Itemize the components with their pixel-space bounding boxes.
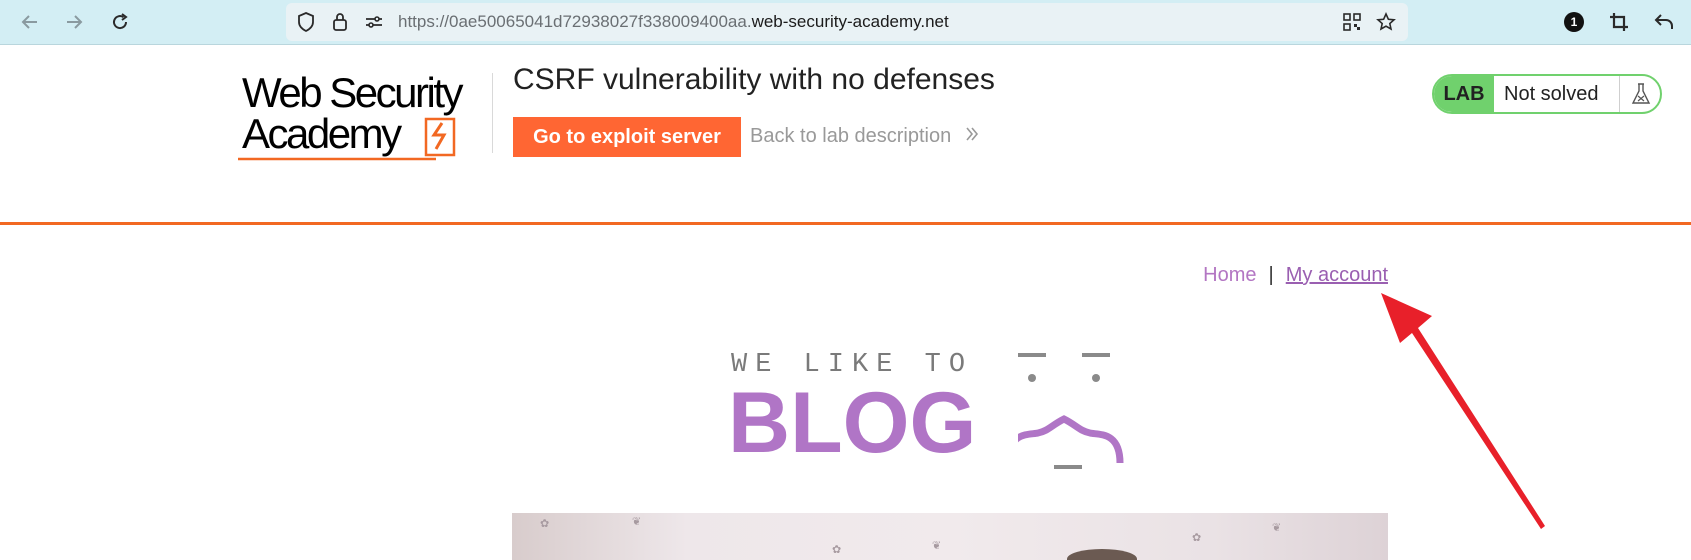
url-prefix: https://0ae50065041d72938027f338009400aa…	[398, 12, 752, 31]
nav-separator: |	[1268, 264, 1274, 286]
lock-icon[interactable]	[330, 12, 350, 32]
hero-watermark: ✿	[832, 544, 842, 556]
logo-line2: Academy	[242, 110, 402, 157]
web-security-academy-logo[interactable]: Web Security Academy	[236, 71, 496, 163]
extension-badge-count: 1	[1570, 15, 1578, 29]
hero-watermark: ✿	[1192, 532, 1202, 544]
undo-icon[interactable]	[1648, 6, 1680, 38]
lab-header: Web Security Academy CSRF vulnerability …	[0, 45, 1691, 225]
hero-figure	[1067, 549, 1137, 560]
bookmark-star-icon[interactable]	[1376, 12, 1396, 32]
nav-home-link[interactable]: Home	[1203, 264, 1256, 286]
header-divider	[492, 73, 493, 153]
blog-hero-image: ✿ ❦ ✿ ❦ ✿ ❦	[512, 513, 1388, 560]
hero-watermark: ✿	[540, 518, 550, 530]
lab-status-tag: LAB	[1434, 76, 1494, 112]
hero-watermark: ❦	[632, 516, 642, 528]
lab-title: CSRF vulnerability with no defenses	[513, 63, 995, 96]
url-text[interactable]: https://0ae50065041d72938027f338009400aa…	[398, 12, 949, 32]
flask-icon	[1619, 76, 1660, 112]
lab-status-text: Not solved	[1504, 82, 1599, 105]
logo-bolt-icon	[424, 117, 456, 157]
blog-banner: WE LIKE TO BLOG	[728, 348, 1168, 473]
logo-line1: Web Security	[242, 69, 464, 116]
nav-my-account-link[interactable]: My account	[1286, 264, 1388, 286]
browser-toolbar: https://0ae50065041d72938027f338009400aa…	[0, 0, 1691, 45]
back-link-label: Back to lab description	[750, 125, 952, 147]
extension-badge-icon[interactable]: 1	[1558, 6, 1590, 38]
address-bar[interactable]: https://0ae50065041d72938027f338009400aa…	[286, 3, 1408, 41]
site-settings-icon[interactable]	[364, 12, 384, 32]
logo-underline	[238, 157, 436, 161]
crop-icon[interactable]	[1603, 6, 1635, 38]
back-arrow-icon[interactable]	[14, 6, 46, 38]
banner-title: BLOG	[728, 375, 977, 471]
qr-code-icon[interactable]	[1342, 12, 1362, 32]
blog-nav: Home | My account	[1170, 264, 1388, 287]
annotation-arrow	[1381, 293, 1545, 529]
back-to-lab-description-link[interactable]: Back to lab description	[750, 125, 979, 148]
blog-face-logo	[1018, 353, 1124, 469]
lab-status-widget: LAB Not solved	[1432, 74, 1662, 114]
double-chevron-right-icon	[965, 125, 979, 148]
forward-arrow-icon[interactable]	[58, 6, 90, 38]
hero-watermark: ❦	[932, 540, 942, 552]
shield-icon[interactable]	[296, 12, 316, 32]
hero-watermark: ❦	[1272, 522, 1282, 534]
go-to-exploit-server-button[interactable]: Go to exploit server	[513, 117, 741, 157]
reload-icon[interactable]	[104, 6, 136, 38]
url-host: web-security-academy.net	[751, 12, 949, 31]
